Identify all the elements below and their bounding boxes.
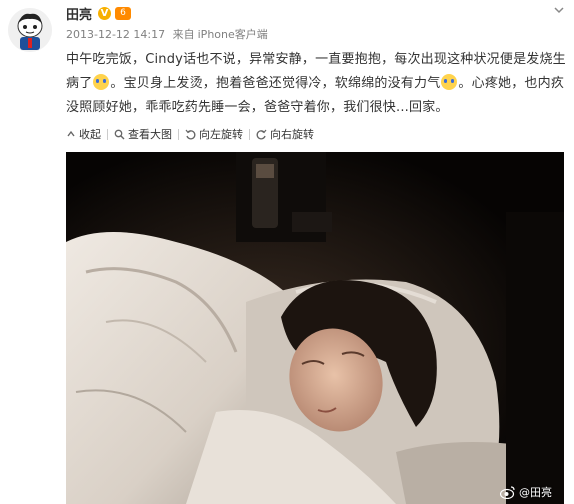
collapse-button[interactable]: 收起 (66, 126, 107, 142)
watermark-text: @田亮 (519, 486, 552, 499)
rotate-right-icon (256, 129, 267, 139)
rotate-right-button[interactable]: 向右旋转 (250, 126, 320, 142)
level-badge-icon: 6 (115, 6, 132, 20)
source-prefix: 来自 (172, 28, 195, 41)
author-name[interactable]: 田亮 (66, 4, 92, 23)
rotate-right-label: 向右旋转 (270, 128, 314, 141)
author-row: 田亮 V 6 (66, 4, 132, 23)
collapse-icon (67, 130, 75, 137)
chevron-down-icon[interactable] (552, 2, 566, 16)
post-meta: 2013-12-12 14:17 来自 iPhone客户端 (66, 26, 268, 42)
avatar[interactable] (8, 8, 52, 52)
view-large-label: 查看大图 (128, 128, 172, 141)
source-link[interactable]: iPhone客户端 (198, 28, 268, 41)
post-text: 中午吃完饭，Cindy话也不说，异常安静，一直要抱抱，每次出现这种状况便是发烧生… (66, 48, 566, 120)
rotate-left-button[interactable]: 向左旋转 (179, 126, 249, 142)
collapse-label: 收起 (79, 128, 101, 141)
post-photo[interactable]: @田亮 (66, 152, 564, 504)
post-timestamp[interactable]: 2013-12-12 14:17 (66, 28, 165, 41)
verified-v-icon: V (98, 6, 112, 20)
magnifier-icon (114, 129, 125, 139)
post-text-part: 。宝贝身上发烫，抱着爸爸还觉得冷，软绵绵的没有力气 (110, 76, 441, 91)
sleeping-child-photo (66, 152, 564, 504)
media-toolbar: 收起 查看大图 向左旋转 向右旋转 (66, 124, 320, 144)
weibo-logo-icon (500, 486, 515, 499)
photo-watermark: @田亮 (500, 484, 552, 500)
rotate-left-icon (185, 129, 196, 139)
crying-emoji-icon (93, 74, 110, 90)
rotate-left-label: 向左旋转 (199, 128, 243, 141)
view-large-button[interactable]: 查看大图 (108, 126, 178, 142)
crying-emoji-icon (441, 74, 458, 90)
